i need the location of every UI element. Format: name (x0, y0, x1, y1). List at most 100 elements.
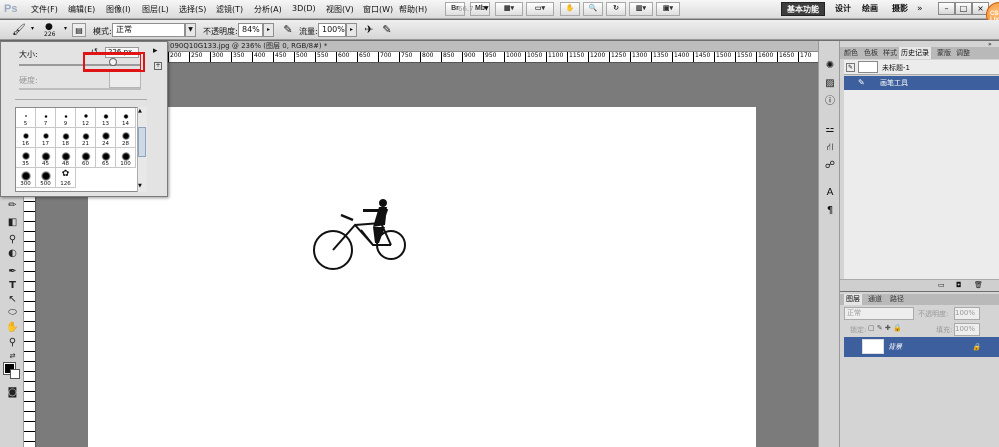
restore-button[interactable]: □ (955, 2, 972, 15)
brush-preset[interactable]: 500 (36, 168, 56, 188)
histogram-icon[interactable]: ▨ (823, 77, 837, 91)
history-snapshot[interactable]: ✎ 未标题-1 (844, 60, 999, 75)
blend-mode-select[interactable]: 正常 (844, 307, 914, 320)
lock-icons[interactable]: ▢ ✎ ✚ 🔒 (868, 324, 902, 332)
background-color-swatch[interactable] (10, 369, 20, 379)
new-preset-icon[interactable]: + (154, 62, 162, 70)
mode-dropdown-icon[interactable]: ▼ (185, 23, 196, 37)
brush-preset[interactable]: 48 (56, 148, 76, 168)
eraser-tool-icon[interactable]: ◧ (5, 216, 20, 229)
history-step[interactable]: ✎ 画笔工具 (844, 76, 999, 90)
menu-edit[interactable]: 编辑(E) (68, 4, 95, 15)
brush-preset[interactable]: 18 (56, 128, 76, 148)
actions-icon[interactable]: ☍ (823, 159, 837, 173)
fill-input[interactable]: 100% (954, 323, 980, 336)
tablet-opacity-pressure-icon[interactable]: ✎ (281, 23, 295, 37)
tablet-size-pressure-icon[interactable]: ✎ (380, 23, 394, 37)
brush-preset[interactable]: 16 (16, 128, 36, 148)
view-extras-button[interactable]: ▦▾ (495, 2, 523, 16)
brush-preset[interactable]: 17 (36, 128, 56, 148)
workspace-basic[interactable]: 基本功能 (781, 2, 825, 16)
flow-input[interactable]: 100% (318, 23, 346, 37)
new-snapshot-icon[interactable]: ◘ (956, 281, 962, 289)
brush-preset[interactable]: 28 (116, 128, 136, 148)
path-selection-tool-icon[interactable]: ↖ (5, 293, 20, 306)
panel-collapse-icon[interactable]: » (988, 41, 992, 48)
shape-tool-icon[interactable]: ⬭ (5, 306, 20, 319)
pencil-tool-icon[interactable]: ✏ (5, 199, 20, 212)
swap-colors-icon[interactable]: ⇄ (5, 350, 20, 363)
paragraph-icon[interactable]: ¶ (823, 204, 837, 218)
brush-panel-toggle-icon[interactable]: ▤ (72, 23, 86, 37)
delete-state-icon[interactable]: 🗑 (974, 281, 983, 289)
zoom-level-button[interactable]: ▭▾ (526, 2, 554, 16)
brush-preset[interactable]: 65 (96, 148, 116, 168)
minimize-button[interactable]: – (938, 2, 955, 15)
brush-preset[interactable]: 12 (76, 108, 96, 128)
panel-menu-icon[interactable]: ▸ (153, 46, 158, 56)
menu-view[interactable]: 视图(V) (326, 4, 354, 15)
zoom-dropdown-icon[interactable]: ▼ (484, 5, 489, 12)
snapshot-source-icon[interactable]: ✎ (846, 63, 855, 72)
tab-adjustments[interactable]: 调整 (954, 47, 972, 59)
size-slider-thumb[interactable] (109, 58, 117, 66)
hand-tool-icon[interactable]: ✋ (5, 321, 20, 334)
menu-select[interactable]: 选择(S) (179, 4, 206, 15)
tab-color[interactable]: 颜色 (842, 47, 860, 59)
brush-preset[interactable]: 35 (16, 148, 36, 168)
info-icon[interactable]: ⓘ (823, 95, 837, 109)
dodge-tool-icon[interactable]: ◐ (5, 247, 20, 260)
workspace-paint[interactable]: 绘画 (857, 2, 883, 16)
brush-preset[interactable]: 100 (116, 148, 136, 168)
document-canvas[interactable] (88, 107, 756, 447)
opacity-input[interactable]: 84% (238, 23, 263, 37)
hardness-input[interactable] (109, 71, 141, 88)
tab-swatches[interactable]: 色板 (862, 47, 880, 59)
menu-filter[interactable]: 滤镜(T) (216, 4, 243, 15)
brush-preset[interactable]: 300 (16, 168, 36, 188)
mode-select[interactable]: 正常 (112, 23, 185, 37)
brush-preset[interactable]: ✿ 126 (56, 168, 76, 188)
tab-masks[interactable]: 蒙版 (935, 47, 953, 59)
tab-history[interactable]: 历史记录 (899, 47, 931, 59)
airbrush-icon[interactable]: ✈ (362, 23, 376, 37)
screen-mode-button[interactable]: ▣▾ (656, 2, 680, 16)
brush-preset[interactable]: 60 (76, 148, 96, 168)
opacity-slider-icon[interactable]: ▸ (263, 23, 274, 37)
zoom-tool-button[interactable]: 🔍 (583, 2, 603, 16)
brush-tool-icon[interactable]: 🖌 (12, 23, 26, 37)
scroll-down-icon[interactable]: ▼ (138, 183, 142, 189)
brush-preset[interactable]: 24 (96, 128, 116, 148)
tab-layers[interactable]: 图层 (844, 294, 862, 305)
scroll-up-icon[interactable]: ▲ (138, 108, 142, 114)
tool-preset-dropdown-icon[interactable]: ▾ (27, 23, 38, 37)
menu-window[interactable]: 窗口(W) (363, 4, 393, 15)
menu-3d[interactable]: 3D(D) (292, 4, 316, 13)
arrange-docs-button[interactable]: ▥▾ (629, 2, 653, 16)
workspace-design[interactable]: 设计 (830, 2, 856, 16)
character-icon[interactable]: A (823, 186, 837, 200)
brush-preset[interactable]: 14 (116, 108, 136, 128)
menu-image[interactable]: 图像(I) (106, 4, 131, 15)
clone-source-icon[interactable]: ⛙ (823, 141, 837, 155)
hardness-slider-track[interactable] (19, 88, 141, 90)
tab-channels[interactable]: 通道 (866, 294, 884, 305)
brush-preset[interactable]: 5 (16, 108, 36, 128)
document-tab[interactable]: 090Q10G133.jpg @ 236% (图层 0, RGB/8#) * (168, 41, 327, 52)
tab-styles[interactable]: 样式 (881, 47, 899, 59)
type-tool-icon[interactable]: T (5, 279, 20, 292)
zoom-tool-icon[interactable]: ⚲ (5, 336, 20, 349)
brush-preset[interactable]: 45 (36, 148, 56, 168)
brush-preset[interactable]: 21 (76, 128, 96, 148)
brush-panel-icon[interactable]: ⚍ (823, 123, 837, 137)
tab-paths[interactable]: 路径 (888, 294, 906, 305)
layer-opacity-input[interactable]: 100% (954, 307, 980, 320)
navigator-icon[interactable]: ✺ (823, 59, 837, 73)
menu-help[interactable]: 帮助(H) (399, 4, 427, 15)
workspace-more-icon[interactable]: » (917, 4, 923, 14)
rotate-view-button[interactable]: ↻ (606, 2, 626, 16)
brush-picker-dropdown-icon[interactable]: ▾ (60, 23, 71, 37)
flow-slider-icon[interactable]: ▸ (346, 23, 357, 37)
layer-row-background[interactable]: 背景 🔒 (844, 337, 999, 357)
menu-analysis[interactable]: 分析(A) (254, 4, 282, 15)
